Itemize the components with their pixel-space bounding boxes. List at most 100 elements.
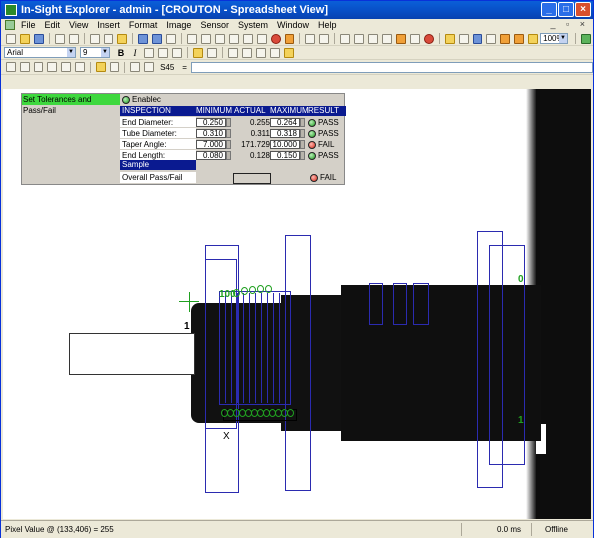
bold-button[interactable]: B (116, 48, 126, 58)
online-icon[interactable] (580, 33, 591, 44)
menu-image[interactable]: Image (166, 20, 191, 30)
hand-icon[interactable] (528, 33, 539, 44)
min-spinner[interactable] (226, 140, 231, 149)
insert-col-icon[interactable] (242, 47, 252, 58)
align-left-icon[interactable] (144, 47, 154, 58)
minimize-button[interactable]: _ (541, 2, 557, 17)
custom-view-icon[interactable] (458, 33, 469, 44)
sheet-icon[interactable] (75, 62, 85, 72)
folder-icon[interactable] (95, 62, 106, 72)
circle-select-icon[interactable] (305, 33, 316, 44)
last-frame-icon[interactable] (256, 33, 267, 44)
fill-color-icon[interactable] (193, 47, 203, 58)
play-back-icon[interactable] (214, 33, 225, 44)
max-spinner[interactable] (300, 140, 305, 149)
max-input[interactable]: 0.264 (270, 118, 300, 127)
set-tolerances-button[interactable]: Set Tolerances and Pass/Fail (22, 94, 120, 115)
first-frame-icon[interactable] (187, 33, 197, 44)
min-input[interactable]: 0.250 (196, 118, 226, 127)
prev-frame-icon[interactable] (201, 33, 211, 44)
print-icon[interactable] (54, 33, 65, 44)
snippet-icon[interactable] (284, 47, 294, 58)
menu-window[interactable]: Window (277, 20, 309, 30)
max-input[interactable]: 0.150 (270, 151, 300, 160)
min-spinner[interactable] (226, 151, 231, 160)
live-icon[interactable] (395, 33, 406, 44)
menu-help[interactable]: Help (318, 20, 337, 30)
menu-insert[interactable]: Insert (97, 20, 120, 30)
min-input[interactable]: 0.080 (196, 151, 226, 160)
table-icon[interactable] (486, 33, 497, 44)
preview-icon[interactable] (68, 33, 79, 44)
overlay-icon[interactable] (514, 33, 525, 44)
zoom-in-icon[interactable] (340, 33, 351, 44)
document-icon[interactable] (5, 20, 15, 30)
menu-edit[interactable]: Edit (45, 20, 61, 30)
enable-checkbox[interactable]: Enablec (122, 94, 161, 105)
max-input[interactable]: 10.000 (270, 140, 300, 149)
record-icon[interactable] (270, 33, 281, 44)
spreadsheet-icon[interactable] (472, 33, 483, 44)
accept-edit-icon[interactable] (144, 62, 155, 72)
sample-cell[interactable]: Sample (120, 160, 196, 170)
zoom-out-icon[interactable] (354, 33, 365, 44)
align-right-icon[interactable] (172, 47, 182, 58)
min-spinner[interactable] (226, 129, 231, 138)
menu-sensor[interactable]: Sensor (200, 20, 229, 30)
zoom-fit-icon[interactable] (368, 33, 379, 44)
refresh-icon[interactable] (319, 33, 330, 44)
play-icon[interactable] (228, 33, 239, 44)
menu-view[interactable]: View (69, 20, 88, 30)
undo-icon[interactable] (138, 33, 149, 44)
cut-icon[interactable] (89, 33, 100, 44)
trigger-icon[interactable] (284, 33, 295, 44)
menu-system[interactable]: System (238, 20, 268, 30)
font-color-icon[interactable] (207, 47, 217, 58)
max-input[interactable]: 0.318 (270, 129, 300, 138)
region-icon[interactable] (47, 62, 58, 72)
zoom-full-icon[interactable] (382, 33, 392, 44)
image-icon[interactable] (500, 33, 511, 44)
child-window-controls[interactable]: _ ▫ × (551, 19, 589, 29)
paste-icon[interactable] (117, 33, 128, 44)
insert-row-icon[interactable] (228, 47, 238, 58)
font-size-select[interactable]: 9 ▼ (80, 47, 110, 58)
min-spinner[interactable] (226, 118, 231, 127)
menu-format[interactable]: Format (129, 20, 158, 30)
cells-icon[interactable] (109, 62, 120, 72)
point-icon[interactable] (61, 62, 72, 72)
find-icon[interactable] (166, 33, 177, 44)
grab-icon[interactable] (409, 33, 420, 44)
image-view[interactable]: 100 1 0 1 X Set Tolerances and Pass/Fail… (3, 89, 591, 519)
dollar-icon[interactable] (6, 62, 16, 72)
min-input[interactable]: 0.310 (196, 129, 226, 138)
formula-input[interactable] (190, 61, 594, 73)
fx-icon[interactable] (33, 62, 44, 72)
chart-icon[interactable] (19, 62, 30, 72)
font-select[interactable]: Arial ▼ (4, 47, 76, 58)
max-spinner[interactable] (300, 151, 305, 160)
redo-icon[interactable] (152, 33, 163, 44)
edge-region[interactable] (369, 283, 383, 325)
max-spinner[interactable] (300, 129, 305, 138)
next-frame-icon[interactable] (242, 33, 253, 44)
edge-region[interactable] (393, 283, 407, 325)
edge-region[interactable] (413, 283, 429, 325)
align-center-icon[interactable] (158, 47, 168, 58)
graphics-icon[interactable] (444, 33, 455, 44)
min-input[interactable]: 7.000 (196, 140, 226, 149)
title-bar[interactable]: In-Sight Explorer - admin - [CROUTON - S… (1, 1, 593, 19)
copy-icon[interactable] (103, 33, 114, 44)
max-spinner[interactable] (300, 118, 305, 127)
menu-file[interactable]: File (21, 20, 36, 30)
edit-tool-icon[interactable] (256, 47, 266, 58)
new-icon[interactable] (6, 33, 16, 44)
close-button[interactable]: × (575, 2, 591, 17)
color-icon[interactable] (423, 33, 434, 44)
save-icon[interactable] (33, 33, 44, 44)
cell-reference[interactable]: S45 (160, 63, 174, 72)
function-icon[interactable] (270, 47, 280, 58)
italic-button[interactable]: I (130, 48, 140, 58)
open-icon[interactable] (19, 33, 30, 44)
zoom-select[interactable]: 100% ▼ (540, 33, 568, 44)
